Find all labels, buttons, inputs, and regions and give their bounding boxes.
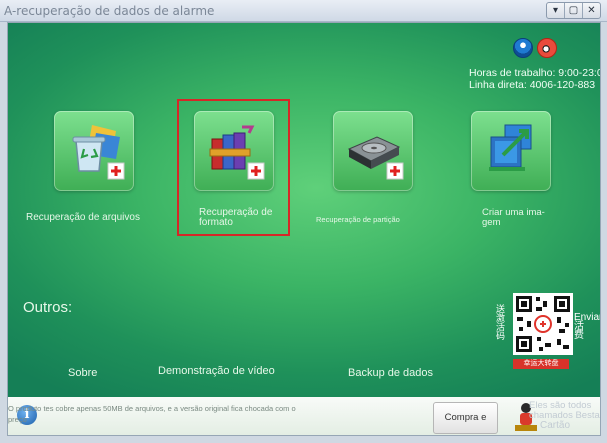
disk-image-icon [489, 124, 532, 171]
promo-right-text: Enviar 活 费 [574, 313, 600, 341]
trial-note: O produto tes cobre apenas 50MB de arqui… [8, 404, 296, 424]
tile-label-create-image-line2: gem [482, 217, 501, 228]
window-title: A-recuperação de dados de alarme [4, 4, 215, 18]
buy-register-button[interactable]: Compra e registro [433, 402, 498, 434]
create-image-button[interactable] [471, 111, 551, 191]
close-button[interactable]: ✕ [583, 3, 600, 18]
work-hours: Horas de trabalho: 9:00-23:0 [469, 67, 601, 79]
fans-text-line2: chamados Besta [529, 409, 600, 421]
minimize-button[interactable]: ▾ [547, 3, 565, 18]
brand-text: Cartão [540, 420, 571, 431]
data-backup-link[interactable]: Backup de dados [348, 367, 433, 379]
main-panel: Horas de trabalho: 9:00-23:0 Linha diret… [7, 22, 601, 436]
partition-recovery-button[interactable] [333, 111, 413, 191]
restore-button[interactable]: ▢ [565, 3, 583, 18]
outros-heading: Outros: [23, 299, 73, 316]
qq-icon[interactable] [513, 38, 533, 58]
social-icons [513, 38, 557, 58]
promo-char-4: 码 [496, 331, 506, 341]
hard-drive-icon [347, 136, 404, 180]
video-demo-link[interactable]: Demonstração de vídeo [158, 365, 275, 377]
qr-code[interactable] [513, 293, 573, 355]
title-bar: A-recuperação de dados de alarme ▾ ▢ ✕ [0, 0, 607, 22]
qr-code-icon [516, 296, 570, 352]
promo-left-text: 送 激 活 码 [496, 305, 505, 341]
window-controls: ▾ ▢ ✕ [546, 2, 601, 19]
selection-highlight [177, 99, 290, 236]
about-link[interactable]: Sobre [68, 367, 97, 379]
file-recovery-button[interactable] [54, 111, 134, 191]
weibo-icon[interactable] [537, 38, 557, 58]
bottom-bar: i O produto tes cobre apenas 50MB de arq… [8, 397, 600, 435]
lucky-wheel-tag[interactable]: 幸运大转盘 [513, 359, 569, 369]
tile-label-partition-recovery: Recuperação de partição [316, 215, 400, 224]
tile-label-create-image: Criar uma ima- gem [482, 208, 545, 228]
contact-info: Horas de trabalho: 9:00-23:0 Linha diret… [469, 67, 601, 91]
promo-right-3: 费 [574, 330, 584, 341]
hotline: Linha direta: 4006-120-883 [469, 79, 596, 91]
recycle-bin-icon [72, 125, 125, 180]
tile-label-file-recovery: Recuperação de arquivos [26, 212, 140, 223]
fans-text: Eles são todos chamados Besta [529, 401, 600, 420]
